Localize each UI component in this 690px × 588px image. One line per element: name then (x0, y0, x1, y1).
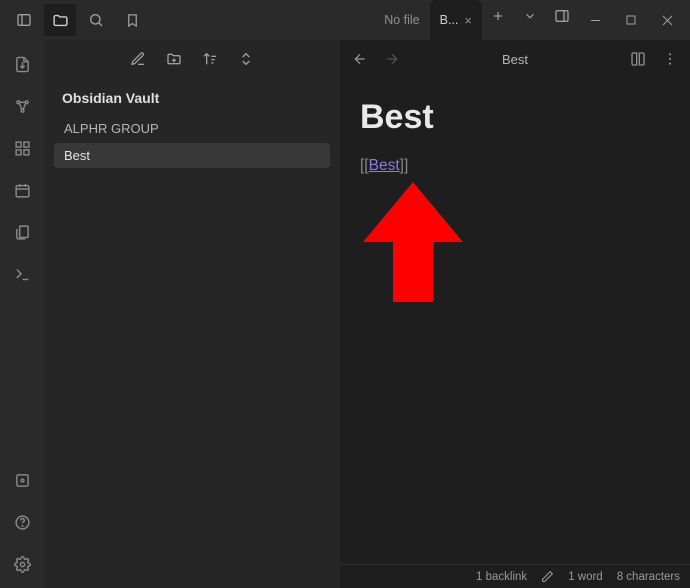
ribbon (0, 40, 44, 588)
note-heading: Best (360, 98, 670, 137)
titlebar-left (4, 4, 148, 36)
search-icon[interactable] (80, 4, 112, 36)
templates-icon[interactable] (8, 218, 36, 246)
backlinks-label: 1 backlink (476, 571, 527, 583)
titlebar: No file B... × (0, 0, 690, 40)
editor: Best Best [[Best]] 1 b (340, 40, 690, 588)
main: Obsidian Vault ALPHR GROUP Best Best (0, 40, 690, 588)
link-text[interactable]: Best (369, 157, 400, 174)
sort-icon[interactable] (202, 51, 218, 67)
status-words[interactable]: 1 word (568, 571, 603, 583)
word-count-label: 1 word (568, 571, 603, 583)
right-sidebar-toggle-icon[interactable] (546, 0, 578, 32)
close-window-icon[interactable] (650, 4, 684, 36)
editor-actions (630, 51, 678, 67)
command-palette-icon[interactable] (8, 260, 36, 288)
char-count-label: 8 characters (617, 571, 680, 583)
nav-arrows (352, 51, 400, 67)
new-note-icon[interactable] (130, 51, 146, 67)
sidebar: Obsidian Vault ALPHR GROUP Best (44, 40, 340, 588)
daily-note-icon[interactable] (8, 176, 36, 204)
vault-icon[interactable] (8, 466, 36, 494)
settings-icon[interactable] (8, 550, 36, 578)
sidebar-toolbar (44, 40, 340, 78)
files-icon[interactable] (44, 4, 76, 36)
tab-group: No file B... × (374, 0, 578, 40)
reading-mode-icon[interactable] (630, 51, 646, 67)
editor-body[interactable]: Best [[Best]] (340, 78, 690, 564)
graph-icon[interactable] (8, 92, 36, 120)
new-folder-icon[interactable] (166, 51, 182, 67)
status-characters[interactable]: 8 characters (617, 571, 680, 583)
close-icon[interactable]: × (464, 14, 472, 27)
back-icon[interactable] (352, 51, 368, 67)
tab-inactive[interactable]: No file (374, 0, 429, 40)
tab-label: No file (384, 13, 419, 27)
vault-name: Obsidian Vault (54, 84, 330, 116)
help-icon[interactable] (8, 508, 36, 536)
bracket-close: ]] (400, 157, 409, 174)
page-title: Best (400, 52, 630, 67)
forward-icon[interactable] (384, 51, 400, 67)
tab-active[interactable]: B... × (430, 0, 482, 40)
maximize-icon[interactable] (614, 4, 648, 36)
internal-link: [[Best]] (360, 157, 670, 175)
editor-header: Best (340, 40, 690, 78)
collapse-icon[interactable] (238, 51, 254, 67)
bookmark-icon[interactable] (116, 4, 148, 36)
annotation-arrow-icon (358, 182, 468, 322)
more-icon[interactable] (662, 51, 678, 67)
new-tab-icon[interactable] (482, 0, 514, 32)
statusbar: 1 backlink 1 word 8 characters (340, 564, 690, 588)
sidebar-toggle-icon[interactable] (8, 4, 40, 36)
edit-mode-icon[interactable] (541, 570, 554, 583)
quick-switcher-icon[interactable] (8, 50, 36, 78)
canvas-icon[interactable] (8, 134, 36, 162)
window-controls (578, 4, 686, 36)
chevron-down-icon[interactable] (514, 0, 546, 32)
file-tree: Obsidian Vault ALPHR GROUP Best (44, 78, 340, 176)
tab-label: B... (440, 13, 459, 27)
minimize-icon[interactable] (578, 4, 612, 36)
bracket-open: [[ (360, 157, 369, 174)
status-backlinks[interactable]: 1 backlink (476, 571, 527, 583)
file-item-selected[interactable]: Best (54, 143, 330, 168)
file-item[interactable]: ALPHR GROUP (54, 116, 330, 141)
